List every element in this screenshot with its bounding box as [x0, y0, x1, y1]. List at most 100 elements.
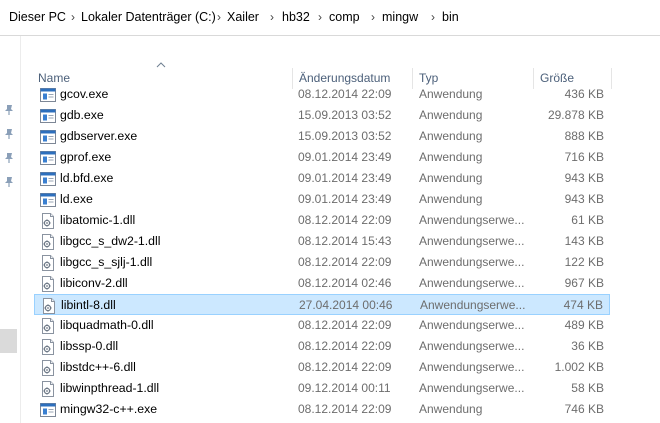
file-date: 09.01.2014 23:49: [298, 171, 392, 185]
file-name: libgcc_s_sjlj-1.dll: [60, 255, 153, 269]
file-size: 746 KB: [564, 402, 604, 416]
file-type: Anwendungserwe...: [419, 318, 525, 332]
breadcrumb-chevron-icon[interactable]: ›: [71, 10, 75, 24]
file-date: 08.12.2014 02:46: [298, 276, 392, 290]
breadcrumb: Dieser PC › Lokaler Datenträger (C:) › X…: [0, 0, 660, 36]
file-row[interactable]: gcov.exe 08.12.2014 22:09 Anwendung 436 …: [34, 85, 610, 105]
file-name: gdb.exe: [60, 108, 104, 122]
file-date: 27.04.2014 00:46: [299, 298, 393, 312]
dll-icon: [40, 360, 56, 376]
file-row[interactable]: libatomic-1.dll 08.12.2014 22:09 Anwendu…: [34, 210, 610, 231]
exe-icon: [40, 129, 56, 145]
file-type: Anwendungserwe...: [419, 255, 525, 269]
breadcrumb-chevron-icon[interactable]: ›: [318, 10, 322, 24]
file-size: 1.002 KB: [554, 360, 604, 374]
file-type: Anwendungserwe...: [419, 213, 525, 227]
file-name: libatomic-1.dll: [60, 213, 136, 227]
file-type: Anwendungserwe...: [419, 360, 525, 374]
file-name: libwinpthread-1.dll: [60, 381, 160, 395]
file-row[interactable]: libintl-8.dll 27.04.2014 00:46 Anwendung…: [34, 294, 610, 315]
file-size: 474 KB: [563, 298, 603, 312]
file-row[interactable]: gdbserver.exe 15.09.2013 03:52 Anwendung…: [34, 126, 610, 147]
dll-icon: [41, 298, 57, 314]
file-row[interactable]: libiconv-2.dll 08.12.2014 02:46 Anwendun…: [34, 273, 610, 294]
file-row[interactable]: libssp-0.dll 08.12.2014 22:09 Anwendungs…: [34, 336, 610, 357]
file-type: Anwendungserwe...: [420, 298, 526, 312]
file-row[interactable]: ld.exe 09.01.2014 23:49 Anwendung 943 KB: [34, 189, 610, 210]
dll-icon: [40, 381, 56, 397]
file-size: 143 KB: [564, 234, 604, 248]
breadcrumb-item-xailer[interactable]: Xailer: [227, 10, 259, 24]
file-row[interactable]: libstdc++-6.dll 08.12.2014 22:09 Anwendu…: [34, 357, 610, 378]
breadcrumb-item-mingw[interactable]: mingw: [382, 10, 418, 24]
exe-icon: [40, 150, 56, 166]
file-name: libiconv-2.dll: [60, 276, 128, 290]
breadcrumb-chevron-icon[interactable]: ›: [270, 10, 274, 24]
file-type: Anwendung: [419, 150, 483, 164]
file-name: libgcc_s_dw2-1.dll: [60, 234, 161, 248]
file-name: libssp-0.dll: [60, 339, 119, 353]
dll-icon: [40, 339, 56, 355]
dll-icon: [40, 234, 56, 250]
breadcrumb-item-drive-c[interactable]: Lokaler Datenträger (C:): [81, 10, 216, 24]
file-row[interactable]: libgcc_s_sjlj-1.dll 08.12.2014 22:09 Anw…: [34, 252, 610, 273]
file-size: 716 KB: [564, 150, 604, 164]
file-type: Anwendungserwe...: [419, 339, 525, 353]
file-type: Anwendung: [419, 87, 483, 101]
dll-icon: [40, 276, 56, 292]
file-date: 09.01.2014 23:49: [298, 192, 392, 206]
file-list: gcov.exe 08.12.2014 22:09 Anwendung 436 …: [0, 85, 660, 423]
breadcrumb-item-hb32[interactable]: hb32: [282, 10, 310, 24]
file-size: 436 KB: [564, 87, 604, 101]
breadcrumb-chevron-icon[interactable]: ›: [217, 10, 221, 24]
breadcrumb-chevron-icon[interactable]: ›: [371, 10, 375, 24]
file-row[interactable]: mingw32-c++.exe 08.12.2014 22:09 Anwendu…: [34, 399, 610, 420]
file-date: 08.12.2014 22:09: [298, 402, 392, 416]
exe-icon: [40, 192, 56, 208]
file-date: 08.12.2014 22:09: [298, 255, 392, 269]
file-type: Anwendungserwe...: [419, 276, 525, 290]
file-type: Anwendungserwe...: [419, 234, 525, 248]
exe-icon: [40, 402, 56, 418]
file-size: 943 KB: [564, 171, 604, 185]
file-name: libstdc++-6.dll: [60, 360, 136, 374]
file-date: 15.09.2013 03:52: [298, 129, 392, 143]
file-row[interactable]: libquadmath-0.dll 08.12.2014 22:09 Anwen…: [34, 315, 610, 336]
file-name: libquadmath-0.dll: [60, 318, 154, 332]
file-type: Anwendung: [419, 402, 483, 416]
file-date: 08.12.2014 22:09: [298, 213, 392, 227]
file-size: 29.878 KB: [547, 108, 604, 122]
file-date: 15.09.2013 03:52: [298, 108, 392, 122]
file-name: mingw32-c++.exe: [60, 402, 158, 416]
file-size: 888 KB: [564, 129, 604, 143]
file-type: Anwendung: [419, 192, 483, 206]
file-row[interactable]: gdb.exe 15.09.2013 03:52 Anwendung 29.87…: [34, 105, 610, 126]
file-date: 08.12.2014 22:09: [298, 360, 392, 374]
breadcrumb-item-bin[interactable]: bin: [442, 10, 459, 24]
breadcrumb-chevron-icon[interactable]: ›: [431, 10, 435, 24]
dll-icon: [40, 318, 56, 334]
breadcrumb-item-comp[interactable]: comp: [329, 10, 360, 24]
file-name: gcov.exe: [60, 87, 109, 101]
file-name: ld.bfd.exe: [60, 171, 114, 185]
file-row[interactable]: ld.bfd.exe 09.01.2014 23:49 Anwendung 94…: [34, 168, 610, 189]
breadcrumb-item-dieser-pc[interactable]: Dieser PC: [9, 10, 66, 24]
exe-icon: [40, 87, 56, 103]
file-type: Anwendungserwe...: [419, 381, 525, 395]
exe-icon: [40, 171, 56, 187]
file-size: 61 KB: [571, 213, 604, 227]
file-date: 08.12.2014 15:43: [298, 234, 392, 248]
file-date: 08.12.2014 22:09: [298, 339, 392, 353]
file-type: Anwendung: [419, 108, 483, 122]
file-name: libintl-8.dll: [61, 298, 116, 312]
file-date: 09.12.2014 00:11: [298, 381, 391, 395]
file-row[interactable]: libgcc_s_dw2-1.dll 08.12.2014 15:43 Anwe…: [34, 231, 610, 252]
file-name: ld.exe: [60, 192, 93, 206]
file-row[interactable]: libwinpthread-1.dll 09.12.2014 00:11 Anw…: [34, 378, 610, 399]
file-size: 943 KB: [564, 192, 604, 206]
file-name: gdbserver.exe: [60, 129, 138, 143]
dll-icon: [40, 255, 56, 271]
file-size: 489 KB: [564, 318, 604, 332]
file-row[interactable]: gprof.exe 09.01.2014 23:49 Anwendung 716…: [34, 147, 610, 168]
exe-icon: [40, 108, 56, 124]
